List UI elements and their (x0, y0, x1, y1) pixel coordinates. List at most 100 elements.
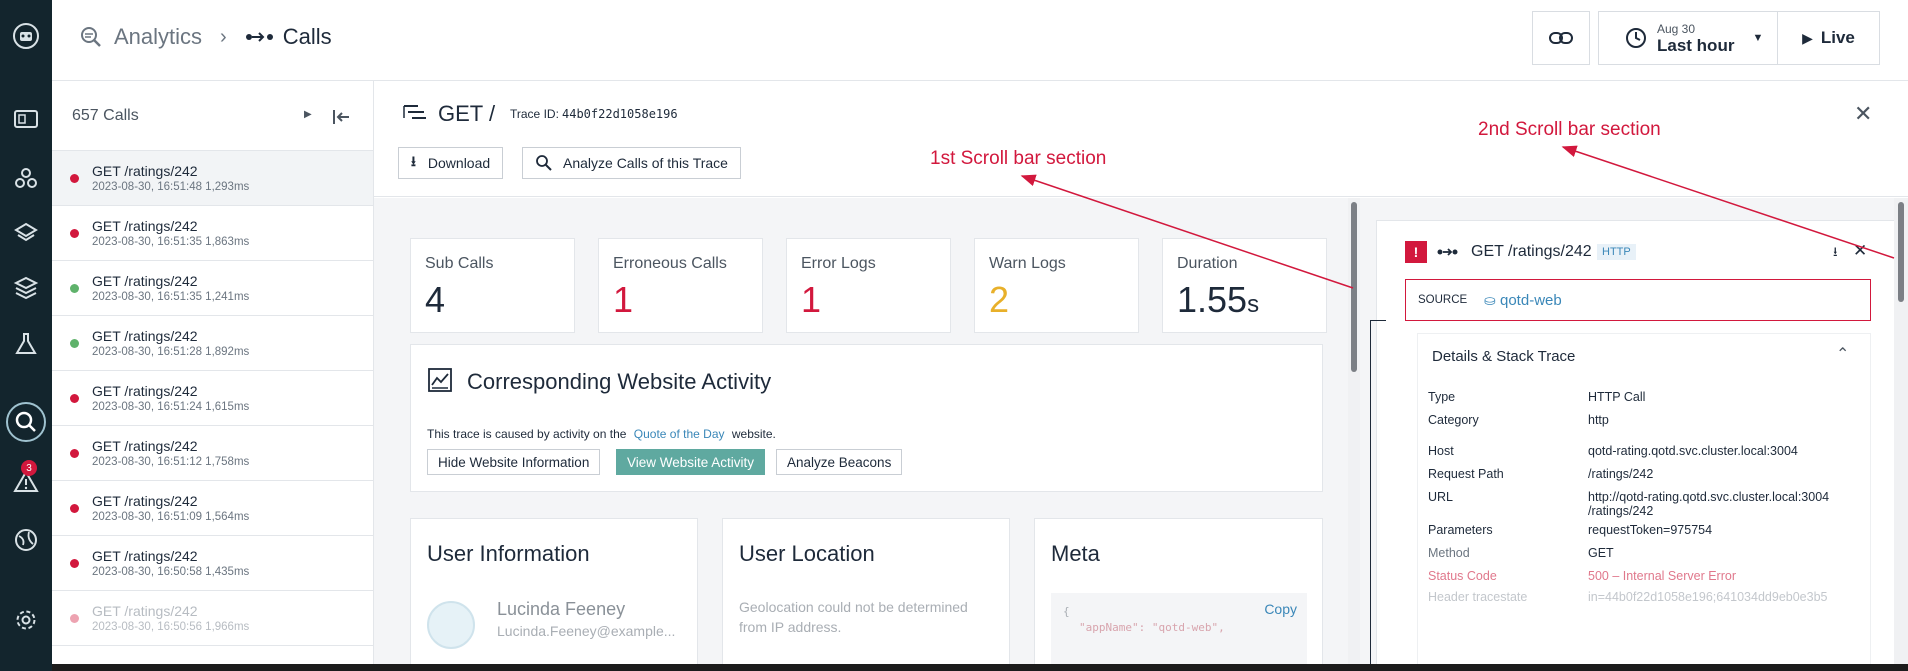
time-range-picker[interactable]: Aug 30 Last hour ▼ (1598, 11, 1778, 65)
live-button[interactable]: ▶ Live (1778, 11, 1880, 65)
hide-website-info-button[interactable]: Hide Website Information (427, 449, 601, 475)
stat-card: Erroneous Calls 1 (598, 238, 763, 333)
meta-card: Meta Copy { "appName": "qotd-web", (1034, 518, 1323, 671)
avatar (427, 601, 475, 649)
call-meta: 2023-08-30, 16:51:12 1,758ms (92, 456, 250, 468)
content-scrollbar-thumb[interactable] (1351, 202, 1357, 372)
close-detail-icon[interactable]: ✕ (1853, 241, 1867, 261)
stat-card: Sub Calls 4 (410, 238, 575, 333)
user-location-text-2: from IP address. (739, 619, 842, 635)
status-dot (70, 284, 79, 293)
detail-key: URL (1428, 490, 1454, 504)
details-section-title[interactable]: Details & Stack Trace (1432, 348, 1575, 365)
settings-gear-icon[interactable] (0, 600, 52, 640)
stat-value: 1.55s (1177, 279, 1259, 321)
list-item[interactable]: GET /ratings/242 2023-08-30, 16:50:56 1,9… (52, 591, 373, 646)
status-dot (70, 394, 79, 403)
list-item[interactable]: GET /ratings/242 2023-08-30, 16:51:28 1,8… (52, 316, 373, 371)
analytics-search-icon[interactable] (0, 402, 52, 442)
stat-card: Warn Logs 2 (974, 238, 1139, 333)
detail-value: http://qotd-rating.qotd.svc.cluster.loca… (1588, 490, 1830, 504)
status-dot (70, 614, 79, 623)
detail-value: GET (1588, 546, 1614, 560)
download-button[interactable]: ⭳ Download (398, 147, 504, 179)
status-dot (70, 229, 79, 238)
analyze-calls-button[interactable]: Analyze Calls of this Trace (522, 147, 741, 179)
calls-icon (245, 32, 273, 42)
alerts-count-badge: 3 (21, 460, 37, 476)
stat-card: Error Logs 1 (786, 238, 951, 333)
website-text-after: website. (731, 427, 776, 441)
list-item[interactable]: GET /ratings/242 2023-08-30, 16:51:09 1,5… (52, 481, 373, 536)
content-scrollbar[interactable] (1348, 198, 1360, 671)
top-header: Analytics › Calls Aug 30 Last hour ▼ ▶ L… (52, 0, 1908, 81)
view-website-activity-button[interactable]: View Website Activity (616, 449, 766, 475)
list-item[interactable]: GET /ratings/242 2023-08-30, 16:51:35 1,8… (52, 206, 373, 261)
detail-scrollbar-thumb[interactable] (1898, 202, 1904, 302)
call-title: GET /ratings/242 (92, 218, 198, 234)
infrastructure-icon[interactable] (0, 268, 52, 308)
call-meta: 2023-08-30, 16:51:35 1,241ms (92, 291, 250, 303)
source-label: SOURCE (1418, 294, 1468, 306)
detail-key: Type (1428, 390, 1456, 404)
call-title: GET /ratings/242 (92, 163, 198, 179)
trace-detail: GET / Trace ID: 44b0f22d1058e196 ⭳ Downl… (374, 81, 1908, 671)
list-item[interactable]: GET /ratings/242 2023-08-30, 16:50:58 1,4… (52, 536, 373, 591)
detail-value: in=44b0f22d1058e196;641034dd9eb0e3b5 (1588, 590, 1828, 604)
detail-scrollbar[interactable] (1894, 198, 1908, 671)
detail-value: qotd-rating.qotd.svc.cluster.local:3004 (1588, 444, 1798, 458)
chart-icon (428, 368, 452, 392)
call-meta: 2023-08-30, 16:51:35 1,863ms (92, 236, 250, 248)
detail-key: Category (1428, 413, 1479, 427)
platforms-icon[interactable] (0, 214, 52, 254)
list-item[interactable]: GET /ratings/242 2023-08-30, 16:51:24 1,6… (52, 371, 373, 426)
call-title: GET /ratings/242 (92, 493, 198, 509)
copy-link-button[interactable] (1532, 11, 1590, 65)
stat-label: Warn Logs (989, 255, 1066, 272)
breadcrumb-analytics[interactable]: Analytics (114, 24, 202, 50)
user-location-title: User Location (739, 541, 875, 566)
globe-icon[interactable] (0, 520, 52, 560)
stat-number: 1 (801, 279, 822, 320)
source-value[interactable]: qotd-web (1500, 292, 1562, 309)
stat-number: 2 (989, 279, 1010, 320)
collapse-panel-icon[interactable] (332, 108, 352, 126)
logo-icon[interactable] (0, 16, 52, 56)
play-icon: ▶ (1802, 29, 1813, 46)
stat-value: 4 (425, 279, 445, 321)
status-dot (70, 559, 79, 568)
nav-rail: 3 (0, 0, 52, 671)
applications-icon[interactable] (0, 158, 52, 198)
detail-value: 500 – Internal Server Error (1588, 569, 1736, 583)
list-item[interactable]: GET /ratings/242 2023-08-30, 16:51:12 1,7… (52, 426, 373, 481)
call-meta: 2023-08-30, 16:50:56 1,966ms (92, 621, 250, 633)
trace-icon (403, 105, 426, 119)
database-icon: ⛀ (1484, 292, 1496, 308)
chevron-up-icon[interactable]: ⌃ (1836, 344, 1849, 364)
time-range-date: Aug 30 (1657, 21, 1696, 36)
close-icon[interactable]: ✕ (1854, 101, 1872, 127)
detail-value: requestToken=975754 (1588, 523, 1713, 537)
download-detail-icon[interactable]: ⭳ (1833, 243, 1838, 265)
detail-key: Header tracestate (1428, 590, 1528, 604)
analyze-beacons-button[interactable]: Analyze Beacons (776, 449, 903, 475)
annotation-second-scrollbar: 2nd Scroll bar section (1478, 119, 1661, 140)
list-item[interactable]: GET /ratings/242 2023-08-30, 16:51:48 1,2… (52, 151, 373, 206)
call-title: GET /ratings/242 (92, 548, 198, 564)
meta-title: Meta (1051, 541, 1100, 566)
website-link[interactable]: Quote of the Day (634, 427, 725, 441)
user-location-text-1: Geolocation could not be determined (739, 599, 968, 615)
website-monitoring-icon[interactable] (0, 100, 52, 140)
time-range-label: Last hour (1657, 35, 1735, 55)
meta-copy-button[interactable]: Copy (1264, 601, 1297, 617)
call-meta: 2023-08-30, 16:51:48 1,293ms (92, 181, 250, 193)
http-tag: HTTP (1597, 244, 1636, 260)
call-meta: 2023-08-30, 16:51:24 1,615ms (92, 401, 250, 413)
status-dot (70, 504, 79, 513)
call-meta: 2023-08-30, 16:51:09 1,564ms (92, 511, 250, 523)
flask-icon[interactable] (0, 324, 52, 364)
stat-value: 2 (989, 279, 1009, 321)
expand-arrow-icon[interactable]: ▶ (304, 109, 312, 120)
list-item[interactable]: GET /ratings/242 2023-08-30, 16:51:35 1,2… (52, 261, 373, 316)
call-title: GET /ratings/242 (92, 603, 198, 619)
